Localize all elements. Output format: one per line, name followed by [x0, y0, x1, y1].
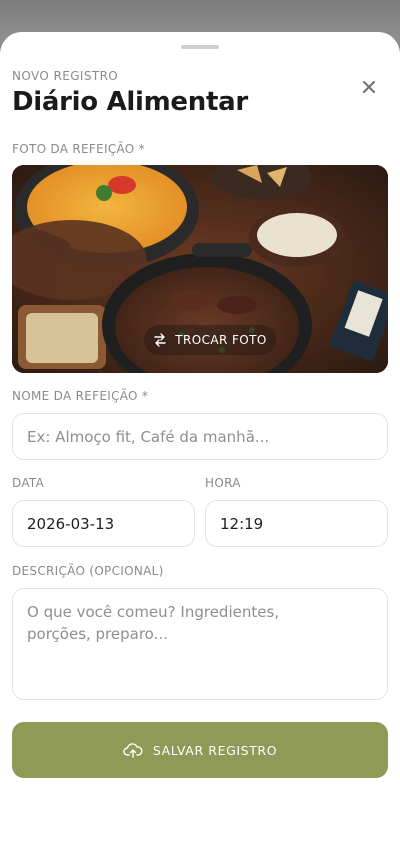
swap-photo-button[interactable]: TROCAR FOTO: [144, 325, 276, 355]
close-icon: [363, 81, 375, 93]
time-label: HORA: [205, 476, 241, 490]
time-value: 12:19: [220, 514, 264, 533]
meal-photo[interactable]: TROCAR FOTO: [12, 165, 388, 373]
save-record-button[interactable]: SALVAR REGISTRO: [12, 722, 388, 778]
page-title: Diário Alimentar: [12, 87, 248, 117]
swap-arrows-icon: [154, 333, 166, 347]
cloud-upload-icon: [123, 743, 143, 758]
meal-name-label: NOME DA REFEIÇÃO *: [12, 389, 149, 403]
close-button[interactable]: [358, 76, 380, 98]
save-record-label: SALVAR REGISTRO: [152, 742, 278, 758]
date-input[interactable]: 2026-03-13: [12, 500, 195, 547]
sheet-eyebrow: NOVO REGISTRO: [12, 69, 119, 83]
drag-handle[interactable]: [181, 45, 219, 49]
date-label: DATA: [12, 476, 45, 490]
description-placeholder-line2: porções, preparo...: [27, 625, 168, 643]
time-input[interactable]: 12:19: [205, 500, 388, 547]
description-label: DESCRIÇÃO (OPCIONAL): [12, 564, 164, 578]
photo-label: FOTO DA REFEIÇÃO *: [12, 142, 145, 156]
bottom-sheet: NOVO REGISTRO Diário Alimentar FOTO DA R…: [0, 32, 400, 865]
description-placeholder-line1: O que você comeu? Ingredientes,: [27, 603, 280, 621]
swap-photo-label: TROCAR FOTO: [175, 333, 267, 347]
meal-name-input[interactable]: Ex: Almoço fit, Café da manhã...: [12, 413, 388, 460]
date-value: 2026-03-13: [27, 514, 115, 533]
meal-name-placeholder: Ex: Almoço fit, Café da manhã...: [27, 427, 270, 446]
description-textarea[interactable]: O que você comeu? Ingredientes, porções,…: [12, 588, 388, 700]
